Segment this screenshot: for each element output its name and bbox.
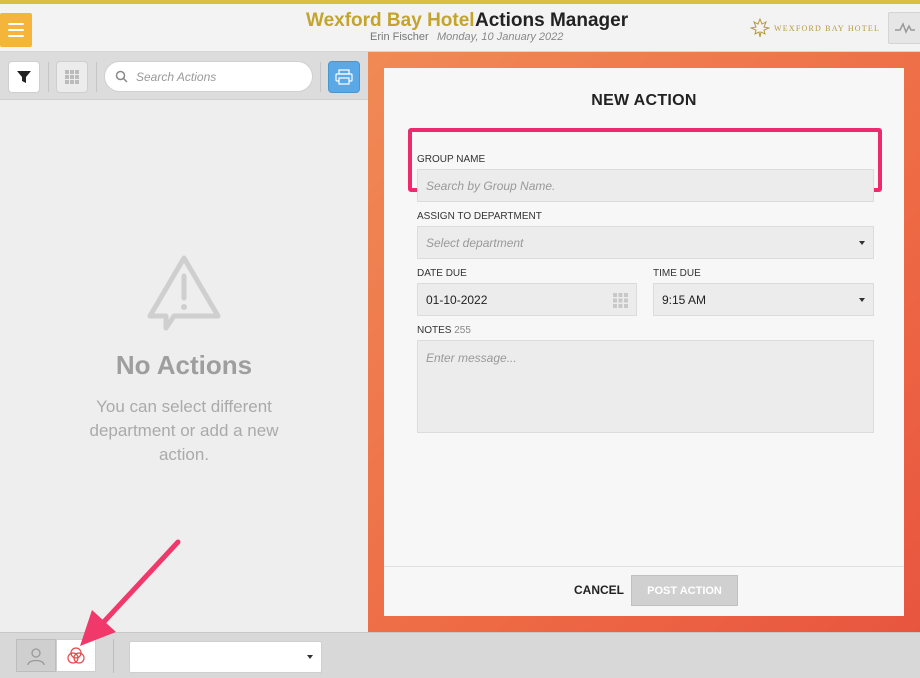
new-action-form: NEW ACTION GROUP NAME ASSIGN TO DEPARTME… bbox=[384, 68, 904, 616]
search-icon bbox=[115, 70, 128, 83]
search-field[interactable] bbox=[104, 61, 313, 92]
cancel-button[interactable]: CANCEL bbox=[574, 583, 624, 597]
empty-state: No Actions You can select different depa… bbox=[0, 252, 368, 467]
activity-button[interactable] bbox=[888, 12, 920, 44]
warning-icon bbox=[147, 255, 221, 331]
maple-leaf-icon bbox=[750, 18, 770, 38]
grid-view-button[interactable] bbox=[56, 61, 88, 93]
current-date: Monday, 10 January 2022 bbox=[437, 31, 564, 43]
department-select[interactable]: Select department bbox=[417, 226, 874, 259]
calendar-grid-icon[interactable] bbox=[613, 293, 628, 308]
bottom-divider bbox=[113, 639, 114, 673]
page-title: Actions Manager bbox=[475, 10, 629, 31]
notes-label-text: NOTES bbox=[417, 325, 452, 336]
post-action-button[interactable]: POST ACTION bbox=[631, 575, 738, 606]
user-name: Erin Fischer bbox=[370, 31, 429, 43]
group-name-label: GROUP NAME bbox=[417, 154, 486, 165]
date-due-value: 01-10-2022 bbox=[426, 292, 488, 307]
hotel-name: Wexford Bay Hotel bbox=[306, 10, 475, 31]
date-due-label: DATE DUE bbox=[417, 268, 467, 279]
venn-circles-icon bbox=[67, 646, 85, 664]
department-label: ASSIGN TO DEPARTMENT bbox=[417, 211, 542, 222]
search-input[interactable] bbox=[136, 69, 296, 84]
notes-placeholder: Enter message... bbox=[426, 351, 517, 365]
user-button[interactable] bbox=[16, 639, 56, 672]
notes-field[interactable]: Enter message... bbox=[417, 340, 874, 433]
funnel-icon bbox=[17, 71, 31, 83]
group-name-field[interactable] bbox=[417, 169, 874, 202]
time-due-label: TIME DUE bbox=[653, 268, 701, 279]
department-placeholder: Select department bbox=[426, 235, 524, 250]
date-due-field[interactable]: 01-10-2022 bbox=[417, 283, 637, 316]
app-header: Wexford Bay Hotel Actions Manager Erin F… bbox=[0, 4, 920, 52]
groups-button[interactable] bbox=[56, 639, 96, 672]
filter-button[interactable] bbox=[8, 61, 40, 93]
chevron-down-icon bbox=[859, 297, 865, 302]
print-button[interactable] bbox=[328, 61, 360, 93]
toolbar-divider bbox=[96, 62, 97, 92]
empty-title: No Actions bbox=[115, 350, 253, 380]
empty-subtitle: You can select different department or a… bbox=[89, 397, 279, 464]
form-title: NEW ACTION bbox=[591, 92, 697, 109]
toolbar-divider bbox=[48, 62, 49, 92]
list-toolbar bbox=[0, 52, 368, 100]
form-footer: CANCEL POST ACTION bbox=[384, 566, 904, 616]
user-icon bbox=[27, 647, 45, 665]
bottom-bar bbox=[0, 632, 920, 678]
printer-icon bbox=[335, 69, 353, 85]
hamburger-icon[interactable] bbox=[0, 13, 32, 47]
new-action-pane: NEW ACTION GROUP NAME ASSIGN TO DEPARTME… bbox=[368, 52, 920, 632]
time-due-value: 9:15 AM bbox=[662, 292, 707, 307]
chevron-down-icon bbox=[859, 240, 865, 245]
toolbar-divider bbox=[320, 62, 321, 92]
chevron-down-icon bbox=[307, 655, 313, 659]
time-due-select[interactable]: 9:15 AM bbox=[653, 283, 874, 316]
grid-icon bbox=[65, 70, 79, 84]
actions-list-pane: No Actions You can select different depa… bbox=[0, 52, 368, 632]
notes-char-count: 255 bbox=[454, 325, 471, 336]
group-name-input[interactable] bbox=[426, 178, 873, 193]
bottom-select[interactable] bbox=[129, 641, 322, 673]
notes-label: NOTES 255 bbox=[417, 325, 471, 336]
logo-text: WEXFORD BAY HOTEL bbox=[774, 23, 881, 33]
pulse-icon bbox=[895, 22, 915, 34]
hotel-logo: WEXFORD BAY HOTEL bbox=[750, 18, 880, 38]
